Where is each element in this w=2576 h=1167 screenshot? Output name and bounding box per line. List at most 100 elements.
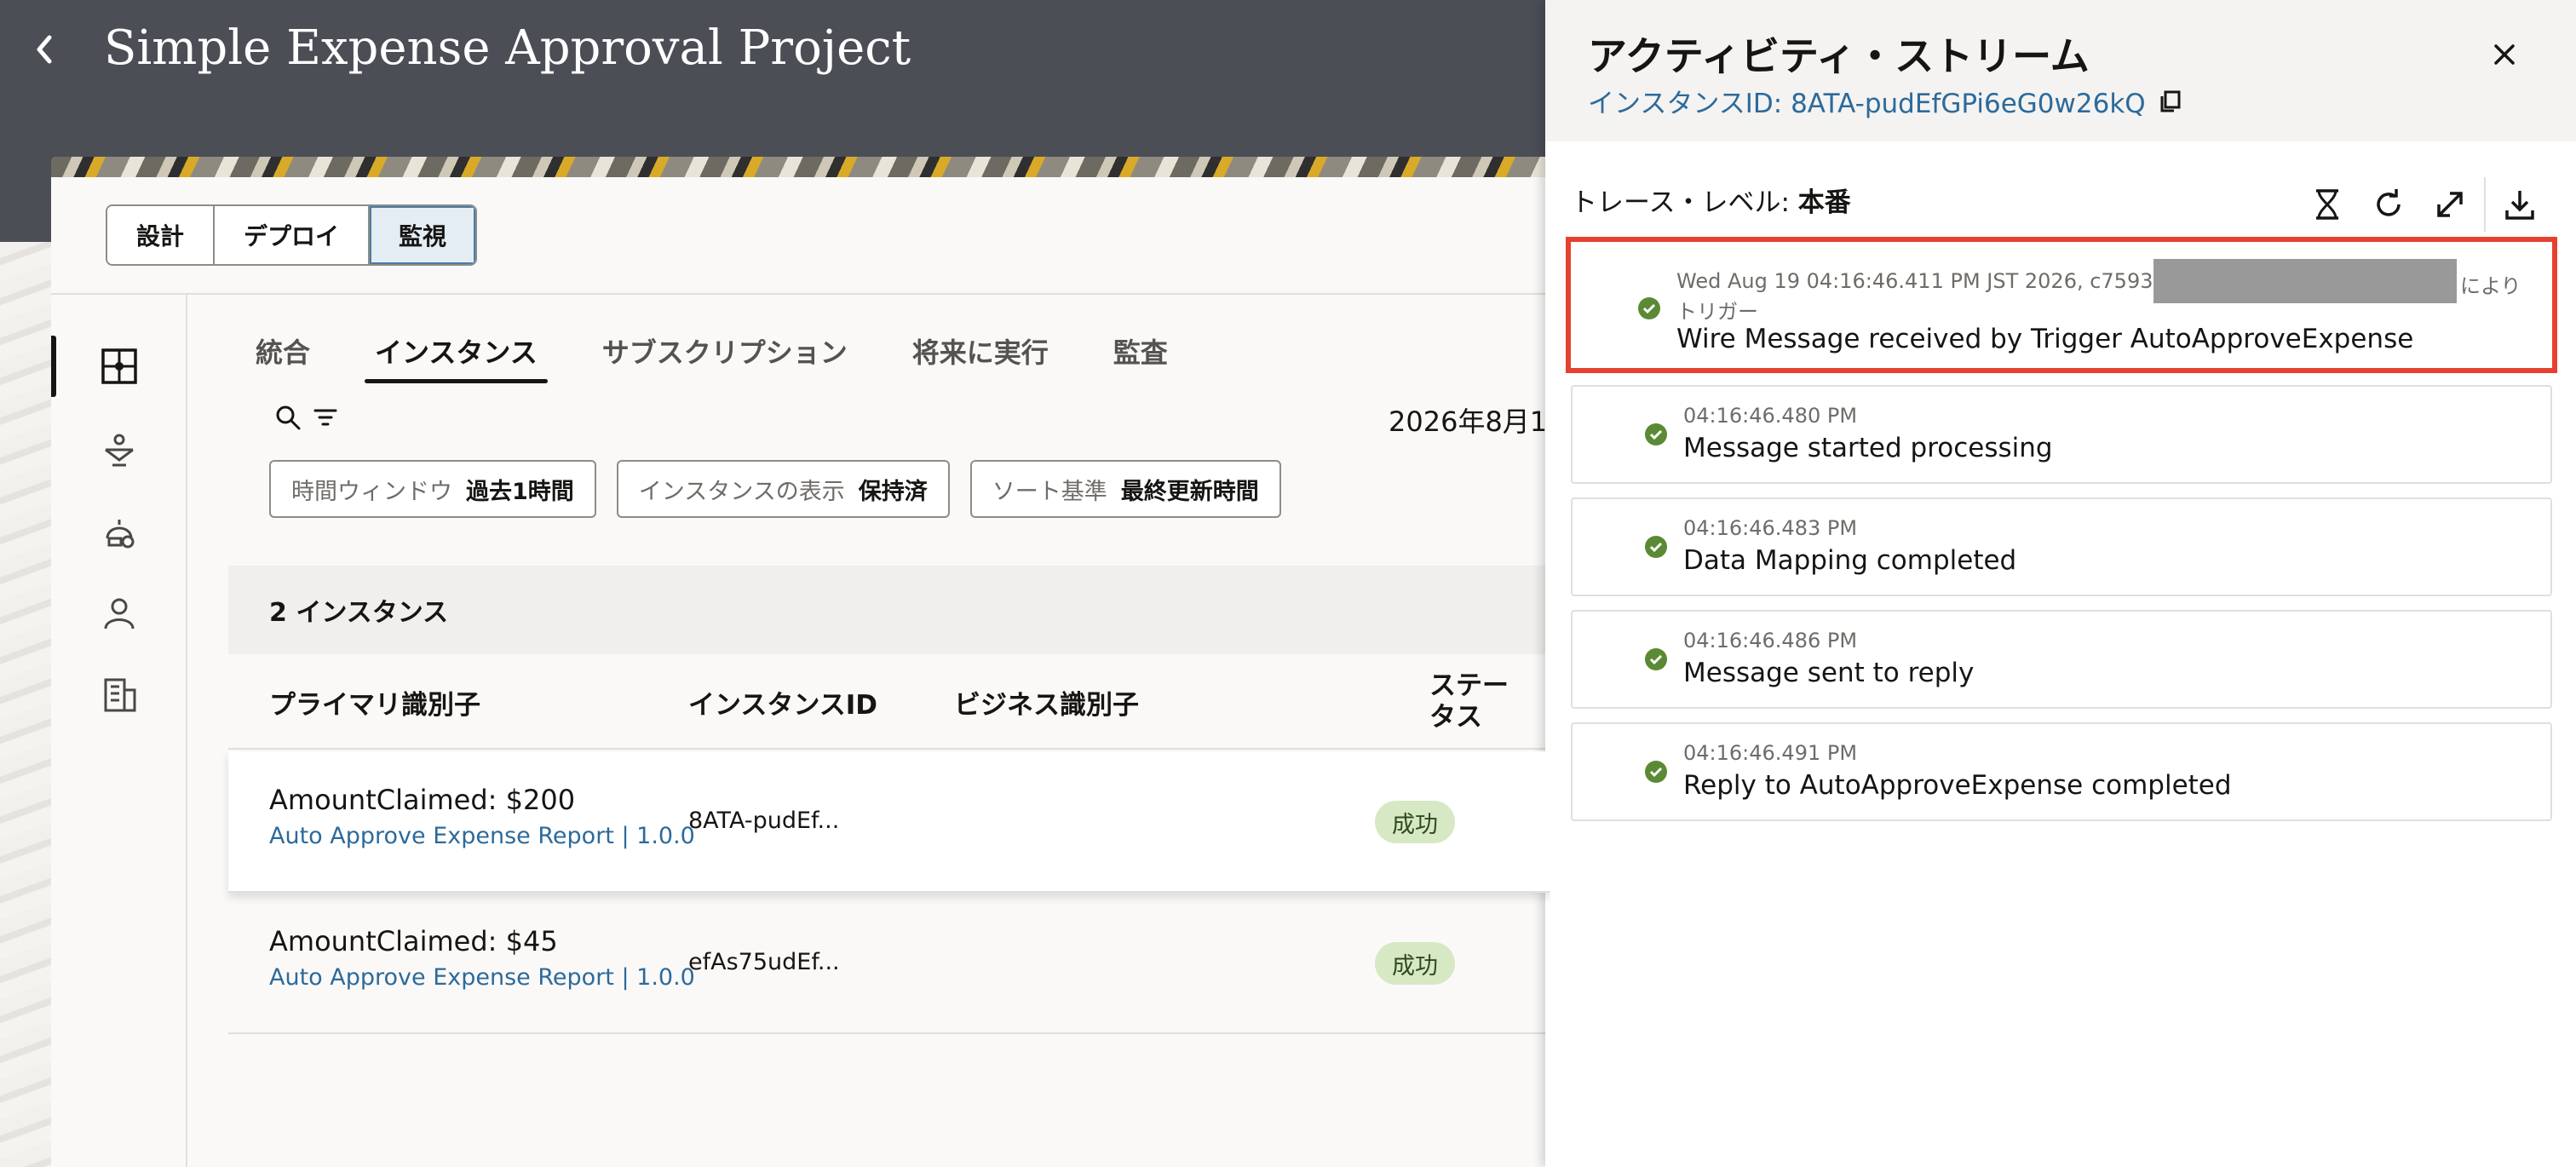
instance-id: 8ATA-pudEf... [688, 808, 840, 834]
date-range-text: 2026年8月19 [1389, 405, 1550, 438]
activity-event[interactable]: Wed Aug 19 04:16:46.411 PM JST 2026, c75… [1566, 237, 2557, 373]
activity-event[interactable]: 04:16:46.480 PM Message started processi… [1571, 385, 2552, 484]
panel-instance-id: インスタンスID: 8ATA-pudEfGPi6eG0w26kQ [1588, 82, 2182, 120]
status-badge: 成功 [1375, 801, 1455, 843]
table-row[interactable]: AmountClaimed: $200 Auto Approve Expense… [228, 751, 1550, 893]
mode-tab-monitor[interactable]: 監視 [370, 206, 476, 264]
rail-item-queue[interactable] [51, 409, 187, 491]
event-message: Wire Message received by Trigger AutoApp… [1676, 324, 2414, 354]
primary-identifier: AmountClaimed: $200 [269, 784, 576, 816]
chip-sort-by[interactable]: ソート基準 最終更新時間 [969, 460, 1281, 518]
event-time: 04:16:46.486 PM [1683, 629, 1858, 652]
event-message: Reply to AutoApproveExpense completed [1683, 770, 2232, 801]
main-content: 設計 デプロイ 監視 統合 インスタンス サブスクリプション 将来に実行 監査 … [51, 157, 1550, 1167]
instance-id-label: インスタンスID: 8ATA-pudEfGPi6eG0w26kQ [1588, 89, 2146, 119]
column-header-business-id[interactable]: ビジネス識別子 [954, 654, 1139, 750]
tab-instances[interactable]: インスタンス [365, 319, 548, 383]
rail-item-integrations[interactable] [51, 325, 187, 407]
chip-value: 最終更新時間 [1120, 478, 1259, 505]
success-check-icon [1645, 536, 1667, 558]
activity-event[interactable]: 04:16:46.483 PM Data Mapping completed [1571, 497, 2552, 596]
column-header-instance-id[interactable]: インスタンスID [688, 654, 877, 750]
activity-stream-panel: アクティビティ・ストリーム インスタンスID: 8ATA-pudEfGPi6eG… [1545, 0, 2576, 1167]
chip-key: インスタンスの表示 [638, 478, 845, 505]
event-time-line2: トリガー [1676, 300, 1758, 324]
success-check-icon [1645, 761, 1667, 783]
tab-scheduled[interactable]: 将来に実行 [902, 319, 1059, 383]
user-icon [104, 598, 135, 629]
trace-level-label: トレース・レベル: [1571, 187, 1798, 218]
integration-link[interactable]: Auto Approve Expense Report | 1.0.0 [269, 823, 695, 849]
refresh-button[interactable] [2358, 181, 2419, 228]
chip-instance-display[interactable]: インスタンスの表示 保持済 [616, 460, 950, 518]
chip-value: 過去1時間 [466, 478, 574, 505]
download-icon [2505, 191, 2534, 220]
panel-toolbar [2297, 177, 2550, 232]
event-time-suffix: により [2460, 274, 2521, 298]
close-icon [2494, 44, 2515, 65]
tab-integrations[interactable]: 統合 [245, 319, 320, 383]
search-icon [276, 405, 301, 430]
success-check-icon [1645, 648, 1667, 670]
instance-id: efAs75udEf... [688, 949, 840, 975]
mode-switcher: 設計 デプロイ 監視 [106, 204, 478, 266]
search-button[interactable] [269, 399, 307, 436]
filter-chips: 時間ウィンドウ 過去1時間 インスタンスの表示 保持済 ソート基準 最終更新時間 [269, 460, 1281, 518]
hourglass-icon [2316, 189, 2338, 220]
chip-time-window[interactable]: 時間ウィンドウ 過去1時間 [269, 460, 596, 518]
status-badge: 成功 [1375, 942, 1455, 985]
banner-strip [51, 157, 1550, 177]
rail-item-organization[interactable] [51, 654, 187, 736]
icon-rail [51, 295, 187, 1167]
page-title: Simple Expense Approval Project [104, 20, 911, 76]
table-header: プライマリ識別子 インスタンスID ビジネス識別子 ステー タス [228, 654, 1550, 750]
divider [51, 293, 1550, 295]
tab-subscriptions[interactable]: サブスクリプション [592, 319, 858, 383]
filter-icon [313, 409, 337, 426]
sub-tabs: 統合 インスタンス サブスクリプション 将来に実行 監査 [245, 319, 1222, 383]
tab-audit[interactable]: 監査 [1103, 319, 1178, 383]
column-header-status[interactable]: ステー タス [1429, 654, 1523, 750]
event-message: Message started processing [1683, 433, 2053, 463]
redacted-user [2153, 259, 2457, 303]
chip-key: 時間ウィンドウ [291, 478, 452, 505]
integration-link[interactable]: Auto Approve Expense Report | 1.0.0 [269, 964, 695, 991]
copy-icon[interactable] [2158, 89, 2182, 113]
expand-button[interactable] [2419, 181, 2481, 228]
event-time: 04:16:46.491 PM [1683, 741, 1858, 765]
back-button[interactable] [24, 24, 65, 75]
queue-icon [105, 434, 134, 467]
hourglass-button[interactable] [2297, 181, 2358, 228]
expand-icon [2437, 192, 2463, 217]
refresh-icon [2377, 189, 2401, 216]
event-message: Message sent to reply [1683, 658, 1975, 688]
toolbar-divider [2484, 177, 2486, 232]
instance-count: 2 インスタンス [228, 566, 1550, 654]
event-time: 04:16:46.483 PM [1683, 516, 1858, 540]
trace-level: トレース・レベル: 本番 [1571, 181, 1851, 219]
integrations-icon [101, 348, 137, 384]
event-message: Data Mapping completed [1683, 545, 2017, 576]
column-header-primary[interactable]: プライマリ識別子 [269, 654, 480, 750]
rail-item-agents[interactable] [51, 491, 187, 572]
download-button[interactable] [2489, 181, 2550, 228]
filter-button[interactable] [307, 399, 344, 436]
panel-title: アクティビティ・ストリーム [1588, 33, 2090, 79]
primary-identifier: AmountClaimed: $45 [269, 925, 558, 957]
cell-primary: AmountClaimed: $45 Auto Approve Expense … [269, 925, 695, 991]
mode-tab-deploy[interactable]: デプロイ [215, 206, 371, 264]
activity-event[interactable]: 04:16:46.486 PM Message sent to reply [1571, 610, 2552, 709]
success-check-icon [1645, 423, 1667, 446]
mode-tab-design[interactable]: 設計 [107, 206, 216, 264]
table-row[interactable]: AmountClaimed: $45 Auto Approve Expense … [228, 893, 1550, 1034]
chevron-left-icon [37, 35, 52, 64]
success-check-icon [1638, 297, 1660, 319]
event-time: Wed Aug 19 04:16:46.411 PM JST 2026, c75… [1676, 269, 2166, 293]
rail-item-users[interactable] [51, 572, 187, 654]
background-texture [0, 242, 51, 1167]
event-time: 04:16:46.480 PM [1683, 404, 1858, 428]
close-button[interactable] [2484, 34, 2525, 75]
panel-header: アクティビティ・ストリーム インスタンスID: 8ATA-pudEfGPi6eG… [1545, 0, 2576, 141]
agent-icon [106, 520, 135, 549]
activity-event[interactable]: 04:16:46.491 PM Reply to AutoApproveExpe… [1571, 722, 2552, 821]
